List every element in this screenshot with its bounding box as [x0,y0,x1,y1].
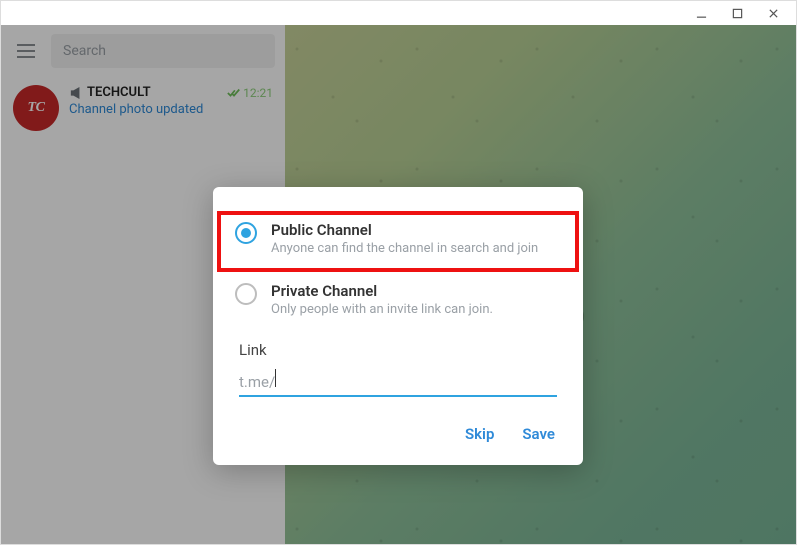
close-button[interactable] [756,2,790,24]
link-prefix: t.me/ [239,373,275,391]
window-titlebar [1,1,796,25]
option-private-channel[interactable]: Private Channel Only people with an invi… [213,272,583,333]
option-title: Private Channel [271,282,557,300]
maximize-button[interactable] [720,2,754,24]
skip-button[interactable]: Skip [465,425,494,443]
radio-private[interactable] [235,283,257,305]
minimize-button[interactable] [684,2,718,24]
save-button[interactable]: Save [522,425,555,443]
link-input[interactable]: t.me/ [239,369,557,397]
option-public-channel[interactable]: Public Channel Anyone can find the chann… [217,211,579,272]
option-desc: Anyone can find the channel in search an… [271,241,557,258]
option-title: Public Channel [271,221,557,239]
option-desc: Only people with an invite link can join… [271,302,557,319]
link-label: Link [239,341,557,359]
channel-type-modal: Public Channel Anyone can find the chann… [213,187,583,465]
radio-public[interactable] [235,222,257,244]
